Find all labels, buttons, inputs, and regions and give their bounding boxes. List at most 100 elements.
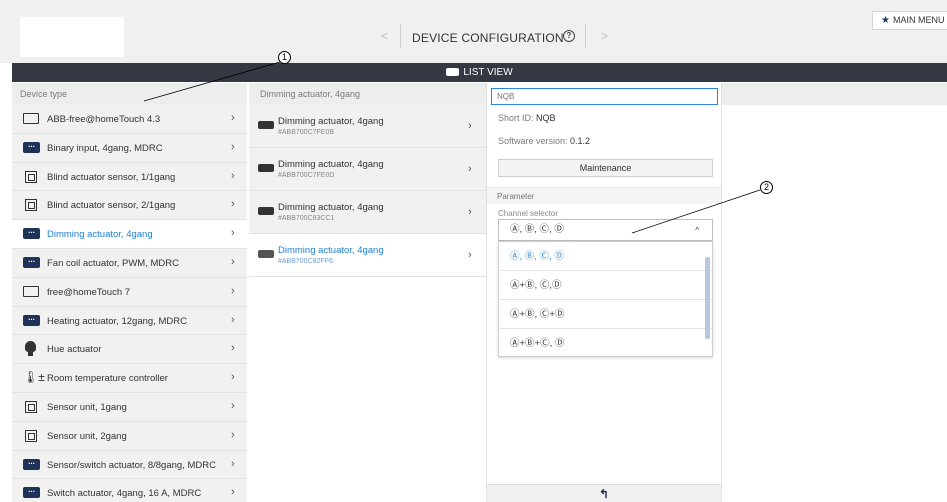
help-icon[interactable]: ?: [563, 30, 575, 42]
channel-selector-value: Ⓐ, Ⓑ, Ⓒ, Ⓓ: [510, 224, 564, 235]
dots-icon: ...: [23, 140, 40, 153]
chevron-right-icon: ›: [231, 255, 235, 268]
chevron-right-icon: ›: [231, 486, 235, 499]
device-item-label: Room temperature controller: [47, 373, 168, 385]
dots-icon: ...: [23, 227, 40, 240]
right-panel: [722, 105, 947, 502]
device-item-blind-actuator-2-1[interactable]: Blind actuator sensor, 2/1gang ›: [12, 191, 247, 221]
dropdown-scrollbar[interactable]: [705, 257, 710, 339]
channel-name: Dimming actuator, 4gang: [278, 245, 384, 256]
dots-icon: ...: [23, 457, 40, 470]
square-icon: [25, 199, 37, 212]
short-id: Short ID: NQB: [498, 113, 556, 123]
thermometer-icon: 🌡±: [23, 370, 45, 385]
device-item-label: Switch actuator, 4gang, 16 A, MDRC: [47, 488, 202, 500]
chevron-right-icon: ›: [468, 249, 472, 261]
channel-item[interactable]: Dimming actuator, 4gang #ABB700C83CC1 ›: [249, 191, 486, 234]
channel-item-selected[interactable]: Dimming actuator, 4gang #ABB700C82FF6 ›: [249, 234, 486, 277]
chevron-right-icon: ›: [231, 342, 235, 355]
device-item-label: Dimming actuator, 4gang: [47, 229, 153, 241]
device-item-abb-free-hometouch-43[interactable]: ABB-free@homeTouch 4.3 ›: [12, 105, 247, 134]
device-item-label: Blind actuator sensor, 1/1gang: [47, 171, 176, 183]
previous-page-chevron-icon[interactable]: <: [381, 29, 388, 43]
channel-item[interactable]: Dimming actuator, 4gang #ABB700C7FE0B ›: [249, 105, 486, 148]
dots-icon: ...: [23, 255, 40, 268]
chevron-right-icon: ›: [231, 140, 235, 153]
main-menu-label: MAIN MENU: [892, 15, 945, 25]
device-item-blind-actuator-1-1[interactable]: Blind actuator sensor, 1/1gang ›: [12, 162, 247, 192]
chevron-right-icon: ›: [231, 112, 235, 124]
device-item-label: Sensor unit, 2gang: [47, 430, 127, 442]
star-icon: ★: [881, 15, 890, 26]
device-item-switch-actuator[interactable]: ... Switch actuator, 4gang, 16 A, MDRC ›: [12, 479, 247, 502]
device-detail-panel: Short ID: NQB Software version: 0.1.2 Ma…: [486, 83, 722, 502]
bulb-icon: [25, 341, 36, 357]
square-icon: [25, 170, 37, 183]
channel-name: Dimming actuator, 4gang: [278, 116, 384, 127]
dropdown-option[interactable]: Ⓐ+Ⓑ, Ⓒ,Ⓓ: [499, 271, 712, 300]
short-id-value: NQB: [536, 113, 556, 123]
software-version-label: Software version:: [498, 136, 568, 146]
main-menu-button[interactable]: ★ MAIN MENU: [872, 11, 947, 30]
channel-id: #ABB700C7FE0D: [278, 172, 335, 179]
dropdown-option[interactable]: Ⓐ+Ⓑ, Ⓒ+Ⓓ: [499, 300, 712, 329]
channel-item[interactable]: Dimming actuator, 4gang #ABB700C7FE0D ›: [249, 148, 486, 191]
dropdown-option[interactable]: Ⓐ+Ⓑ+Ⓒ, Ⓓ: [499, 329, 712, 358]
channel-id: #ABB700C7FE0B: [278, 129, 335, 136]
chevron-right-icon: ›: [231, 399, 235, 412]
channel-selector-dropdown: Ⓐ, Ⓑ, Ⓒ, Ⓓ Ⓐ+Ⓑ, Ⓒ,Ⓓ Ⓐ+Ⓑ, Ⓒ+Ⓓ Ⓐ+Ⓑ+Ⓒ, Ⓓ: [498, 241, 713, 358]
device-item-sensor-switch-actuator[interactable]: ... Sensor/switch actuator, 8/8gang, MDR…: [12, 450, 247, 480]
page-title: DEVICE CONFIGURATION: [412, 31, 564, 45]
device-item-label: ABB-free@homeTouch 4.3: [47, 114, 161, 125]
next-page-chevron-icon[interactable]: >: [601, 29, 608, 43]
back-bar[interactable]: ↰: [487, 484, 721, 502]
device-type-list: ABB-free@homeTouch 4.3 › ... Binary inpu…: [12, 105, 247, 502]
device-item-hue-actuator[interactable]: Hue actuator ›: [12, 335, 247, 365]
device-item-binary-input[interactable]: ... Binary input, 4gang, MDRC ›: [12, 133, 247, 163]
back-arrow-icon: ↰: [598, 487, 610, 501]
chevron-right-icon: ›: [231, 169, 235, 182]
device-item-sensor-unit-1gang[interactable]: Sensor unit, 1gang ›: [12, 392, 247, 422]
device-item-free-hometouch-7[interactable]: free@homeTouch 7 ›: [12, 277, 247, 307]
list-view-icon: [446, 68, 460, 76]
device-item-dimming-actuator[interactable]: ... Dimming actuator, 4gang ›: [12, 220, 247, 249]
chevron-right-icon: ›: [468, 163, 472, 175]
actuator-icon: [258, 164, 274, 172]
channel-list-header: Dimming actuator, 4gang: [249, 83, 486, 105]
channel-id: #ABB700C82FF6: [278, 258, 333, 265]
chevron-right-icon: ›: [231, 227, 235, 240]
panel-icon: [23, 285, 39, 297]
channel-selector-select[interactable]: Ⓐ, Ⓑ, Ⓒ, Ⓓ ^: [498, 219, 713, 241]
device-item-heating-actuator[interactable]: ... Heating actuator, 12gang, MDRC ›: [12, 306, 247, 336]
chevron-right-icon: ›: [231, 313, 235, 326]
channel-id: #ABB700C83CC1: [278, 215, 335, 222]
device-item-label: Fan coil actuator, PWM, MDRC: [47, 257, 179, 269]
maintenance-button[interactable]: Maintenance: [498, 159, 713, 177]
short-id-label: Short ID:: [498, 113, 534, 123]
header-divider: [585, 24, 586, 48]
chevron-right-icon: ›: [231, 457, 235, 470]
device-item-label: free@homeTouch 7: [47, 286, 131, 298]
list-view-label: LIST VIEW: [463, 67, 513, 78]
channel-selector-label: Channel selector: [498, 209, 559, 218]
device-item-label: Blind actuator sensor, 2/1gang: [47, 200, 176, 212]
dots-icon: ...: [23, 313, 40, 326]
device-item-room-temperature-controller[interactable]: 🌡± Room temperature controller ›: [12, 364, 247, 393]
chevron-right-icon: ›: [231, 371, 235, 384]
device-item-label: Hue actuator: [47, 344, 102, 356]
square-icon: [25, 429, 37, 442]
device-name-input[interactable]: [491, 88, 718, 105]
software-version-value: 0.1.2: [570, 136, 591, 146]
actuator-icon: [258, 121, 274, 129]
device-item-fan-coil-actuator[interactable]: ... Fan coil actuator, PWM, MDRC ›: [12, 248, 247, 278]
callout-marker-1: 1: [278, 51, 291, 64]
dropdown-option[interactable]: Ⓐ, Ⓑ, Ⓒ, Ⓓ: [499, 242, 712, 271]
panel-icon: [23, 113, 39, 124]
device-item-sensor-unit-2gang[interactable]: Sensor unit, 2gang ›: [12, 421, 247, 451]
square-icon: [25, 400, 37, 413]
list-view-toggle[interactable]: LIST VIEW: [12, 63, 947, 82]
device-item-label: Sensor/switch actuator, 8/8gang, MDRC: [47, 459, 216, 471]
chevron-right-icon: ›: [231, 284, 235, 297]
actuator-icon: [258, 207, 274, 215]
software-version: Software version: 0.1.2: [498, 136, 590, 146]
